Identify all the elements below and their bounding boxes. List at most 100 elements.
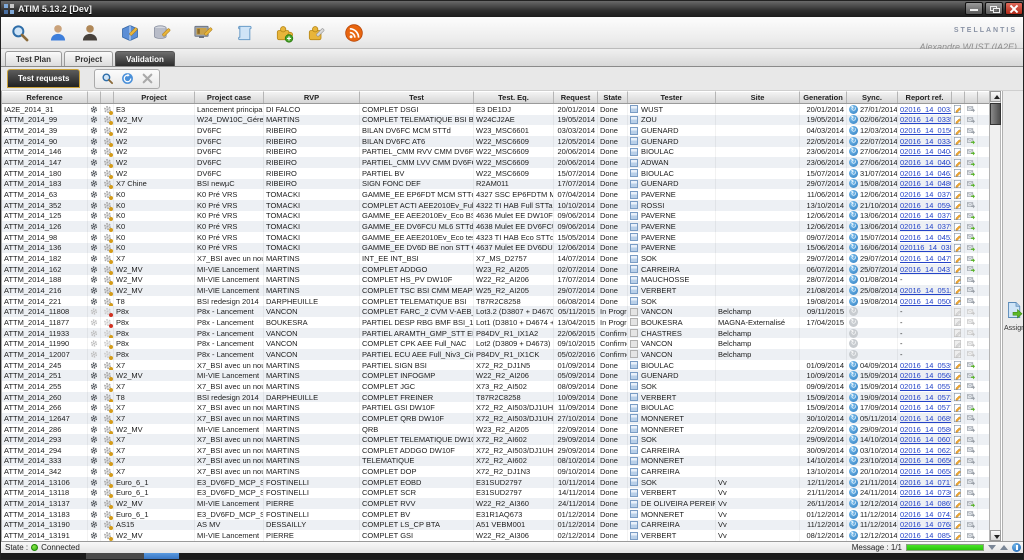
export-report-icon[interactable]: [967, 403, 975, 413]
report-ref-link[interactable]: 02016_14_05779: [900, 403, 952, 412]
edit-report-icon[interactable]: [954, 190, 962, 200]
column-header[interactable]: Test: [360, 91, 474, 103]
edit-report-icon[interactable]: [954, 296, 962, 306]
report-ref-link[interactable]: 02016_14_07425: [900, 510, 952, 519]
edit-report-icon[interactable]: [954, 435, 962, 445]
edit-report-icon[interactable]: [954, 328, 962, 338]
collapse-triangle-icon[interactable]: [988, 545, 996, 550]
plugin-edit-icon[interactable]: [303, 20, 329, 46]
export-report-icon[interactable]: [967, 317, 975, 327]
report-ref-link[interactable]: 020116_14_03853: [900, 243, 952, 252]
report-ref-link[interactable]: 02016_14_04372: [900, 265, 952, 274]
column-header[interactable]: Site: [716, 91, 800, 103]
table-row[interactable]: ATTM_2014_162W2_MVMI-VIE LancementMARTIN…: [2, 264, 989, 275]
gear-icon[interactable]: [90, 478, 98, 487]
report-ref-link[interactable]: 02016_14_05688: [900, 371, 952, 380]
plugin-add-icon[interactable]: [271, 20, 297, 46]
vertical-scrollbar[interactable]: [989, 91, 1001, 541]
export-report-icon[interactable]: [967, 445, 975, 455]
sync-icon[interactable]: ↻: [849, 510, 858, 519]
report-ref-link[interactable]: 02016_14_05575: [900, 382, 952, 391]
report-ref-link[interactable]: 02016_14_03348: [900, 137, 952, 146]
export-report-icon[interactable]: [967, 520, 975, 530]
sync-icon[interactable]: ↻: [849, 329, 858, 338]
export-report-icon[interactable]: [967, 435, 975, 445]
user-dark-icon[interactable]: [77, 20, 103, 46]
gear-icon[interactable]: [90, 222, 98, 231]
gear-icon[interactable]: [90, 499, 98, 508]
sync-icon[interactable]: ↻: [849, 275, 858, 284]
table-row[interactable]: ATTM_2014_98K0K0 Pré VRSTOMACKIGAMME_EE …: [2, 232, 989, 243]
table-row[interactable]: ATTM_2014_342X7X7_BSI avec un nouveau µM…: [2, 466, 989, 477]
table-row[interactable]: ATTM_2014_136K0K0 Pré VRSTOMACKIGAMME_EE…: [2, 243, 989, 254]
report-ref-link[interactable]: 02016_14_01509: [900, 126, 952, 135]
sync-icon[interactable]: ↻: [849, 307, 858, 316]
script-icon[interactable]: [231, 20, 257, 46]
edit-report-icon[interactable]: [954, 200, 962, 210]
scroll-up-arrow[interactable]: [990, 91, 1001, 102]
gear-icon[interactable]: [90, 393, 98, 402]
sync-icon[interactable]: ↻: [849, 499, 858, 508]
edit-report-icon[interactable]: [954, 477, 962, 487]
sync-icon[interactable]: ↻: [849, 456, 858, 465]
table-row[interactable]: ATTM_2014_13137W2_MVMI-VIE LancementPIER…: [2, 498, 989, 509]
minimize-button[interactable]: [965, 2, 983, 15]
export-report-icon[interactable]: [967, 222, 975, 232]
edit-report-icon[interactable]: [954, 381, 962, 391]
edit-report-icon[interactable]: [954, 360, 962, 370]
report-ref-link[interactable]: 02016_14_05123: [900, 286, 952, 295]
edit-report-icon[interactable]: [954, 243, 962, 253]
sync-icon[interactable]: ↻: [849, 467, 858, 476]
table-row[interactable]: ATTM_2014_13118Euro_6_1E3_DV6FD_MCP_STTa…: [2, 488, 989, 499]
export-report-icon[interactable]: [967, 264, 975, 274]
edit-report-icon[interactable]: [954, 392, 962, 402]
report-ref-link[interactable]: 02016_14_07304: [900, 488, 952, 497]
export-report-icon[interactable]: [967, 413, 975, 423]
sync-icon[interactable]: ↻: [849, 446, 858, 455]
gear-icon[interactable]: [90, 425, 98, 434]
report-ref-link[interactable]: 02016_14_05391: [900, 361, 952, 370]
delete-request-button[interactable]: [137, 71, 157, 87]
scrollbar-thumb[interactable]: [990, 103, 1001, 125]
edit-report-icon[interactable]: [954, 424, 962, 434]
gear-icon[interactable]: [90, 169, 98, 178]
edit-report-icon[interactable]: [954, 488, 962, 498]
table-row[interactable]: ATTM_2014_293X7X7_BSI avec un nouveau µM…: [2, 434, 989, 445]
notebook-edit-icon[interactable]: [117, 20, 143, 46]
sync-icon[interactable]: ↻: [849, 382, 858, 391]
export-report-icon[interactable]: [967, 381, 975, 391]
export-report-icon[interactable]: [967, 232, 975, 242]
table-row[interactable]: ATTM_2014_99W2_MVW24_DW10C_Gérer le télé…: [2, 115, 989, 126]
edit-report-icon[interactable]: [954, 222, 962, 232]
column-header[interactable]: Sync.: [847, 91, 898, 103]
sync-icon[interactable]: ↻: [849, 488, 858, 497]
table-row[interactable]: ATTM_2014_183X7 ChineBSI newµCRIBEIROSIG…: [2, 179, 989, 190]
edit-report-icon[interactable]: [954, 413, 962, 423]
sync-icon[interactable]: ↻: [849, 339, 858, 348]
table-row[interactable]: ATTM_2014_266X7X7_BSI avec un nouveau µM…: [2, 402, 989, 413]
edit-report-icon[interactable]: [954, 499, 962, 509]
sync-icon[interactable]: ↻: [849, 254, 858, 263]
sync-icon[interactable]: ↻: [849, 425, 858, 434]
edit-report-icon[interactable]: [954, 445, 962, 455]
edit-report-icon[interactable]: [954, 403, 962, 413]
sync-icon[interactable]: ↻: [849, 286, 858, 295]
export-report-icon[interactable]: [967, 307, 975, 317]
export-report-icon[interactable]: [967, 477, 975, 487]
sync-icon[interactable]: ↻: [849, 179, 858, 188]
edit-report-icon[interactable]: [954, 232, 962, 242]
edit-report-icon[interactable]: [954, 264, 962, 274]
gear-icon[interactable]: [90, 318, 98, 327]
close-button[interactable]: [1005, 2, 1023, 15]
sync-icon[interactable]: ↻: [849, 115, 858, 124]
gear-icon[interactable]: [90, 190, 98, 199]
table-row[interactable]: ATTM_2014_188W2_MVMI-VIE LancementMARTIN…: [2, 275, 989, 286]
sync-icon[interactable]: ↻: [849, 531, 858, 540]
export-report-icon[interactable]: [967, 136, 975, 146]
export-report-icon[interactable]: [967, 360, 975, 370]
table-row[interactable]: ATTM_2014_286W2_MVMI-VIE LancementMARTIN…: [2, 424, 989, 435]
sync-icon[interactable]: ↻: [849, 233, 858, 242]
tab-test-requests[interactable]: Test requests: [7, 69, 80, 88]
sync-icon[interactable]: ↻: [849, 222, 858, 231]
table-row[interactable]: IA2E_2014_31E3Lancement principalDI FALC…: [2, 104, 989, 115]
